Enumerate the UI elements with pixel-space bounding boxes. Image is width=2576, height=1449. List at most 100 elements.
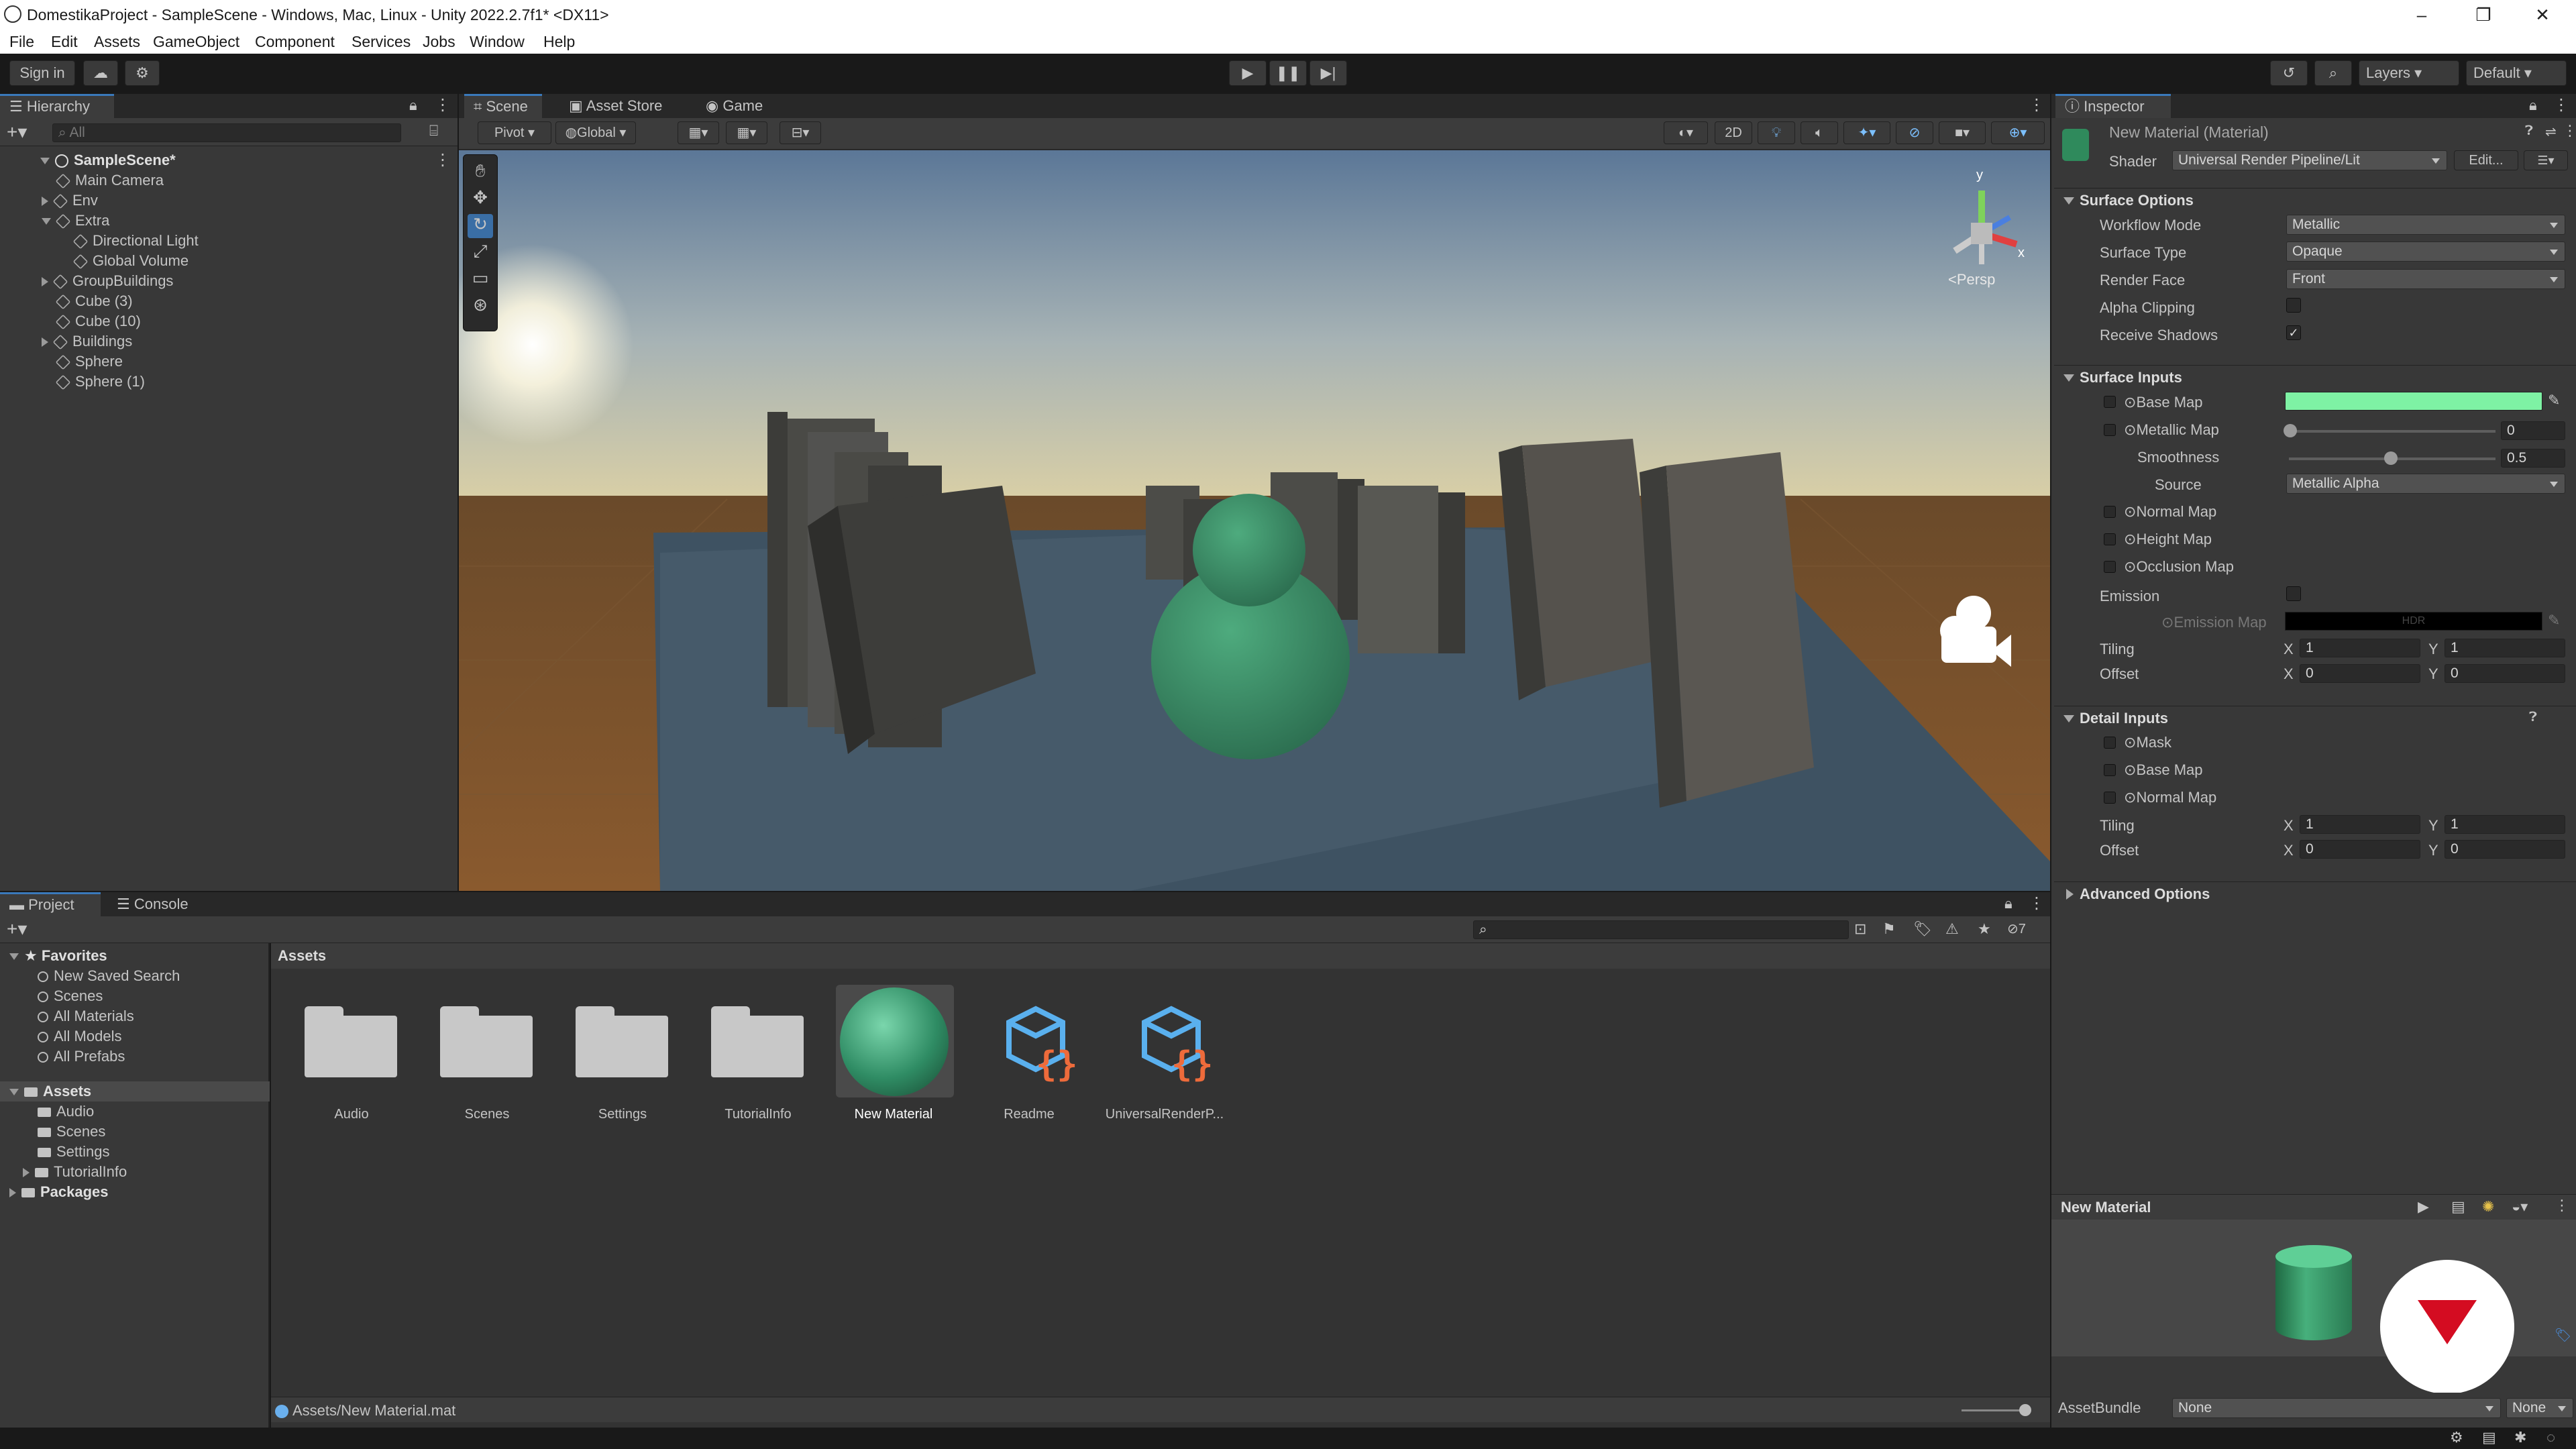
- receive-shadows-checkbox[interactable]: ✓: [2286, 325, 2301, 340]
- hierarchy-item[interactable]: Sphere (1): [55, 372, 145, 392]
- global-dropdown[interactable]: ◍Global ▾: [555, 121, 636, 144]
- hierarchy-item[interactable]: Sphere: [55, 352, 123, 372]
- asset-item-label[interactable]: Settings: [555, 1107, 690, 1122]
- lighting-toggle[interactable]: 💡︎: [1758, 121, 1795, 144]
- filter-icon[interactable]: ⌸: [429, 122, 438, 140]
- folder-scenes-icon[interactable]: [440, 1006, 533, 1077]
- surface-type-dropdown[interactable]: Opaque: [2286, 241, 2565, 262]
- menu-help[interactable]: Help: [543, 33, 575, 51]
- hierarchy-item[interactable]: Main Camera: [55, 170, 164, 191]
- hierarchy-item[interactable]: Extra: [42, 211, 109, 231]
- maximize-button[interactable]: ❐: [2463, 3, 2504, 27]
- material-preview[interactable]: 🏷︎: [2051, 1220, 2576, 1394]
- asset-folder-item[interactable]: Scenes: [38, 1122, 105, 1142]
- base-color-swatch[interactable]: [2285, 392, 2542, 411]
- favorite-item[interactable]: All Models: [38, 1026, 121, 1046]
- scene-viewport[interactable]: y x <Persp ✋︎ ✥ ↻ ⤢ ▭ ⊛: [459, 150, 2050, 891]
- search-button[interactable]: ⌕: [2314, 60, 2352, 86]
- create-asset-button[interactable]: +▾: [7, 918, 27, 940]
- tab-scene[interactable]: ⌗ Scene: [464, 94, 542, 118]
- more-icon[interactable]: ⋮: [2029, 95, 2045, 115]
- asset-folder-item[interactable]: Audio: [38, 1102, 94, 1122]
- rotate-tool-icon[interactable]: ↻: [468, 214, 493, 238]
- lock-icon[interactable]: 🔒︎: [409, 97, 417, 114]
- collapse-arrow-icon[interactable]: [23, 1168, 30, 1178]
- assets-root[interactable]: Assets: [9, 1081, 91, 1102]
- tiling-x-field[interactable]: 1: [2300, 639, 2420, 657]
- workflow-mode-dropdown[interactable]: Metallic: [2286, 215, 2565, 235]
- folder-tutorialinfo-icon[interactable]: [711, 1006, 804, 1077]
- favorite-item[interactable]: All Prefabs: [38, 1046, 125, 1067]
- draw-mode-button[interactable]: ◐▾: [1664, 121, 1708, 144]
- filter-by-type-icon[interactable]: ⚑: [1882, 920, 1896, 938]
- hierarchy-item[interactable]: GroupBuildings: [42, 271, 173, 291]
- height-map-slot[interactable]: [2104, 533, 2116, 545]
- minimize-button[interactable]: –: [2402, 3, 2442, 27]
- increment-snap-button[interactable]: ⊟▾: [780, 121, 821, 144]
- shader-dropdown[interactable]: Universal Render Pipeline/Lit: [2172, 150, 2447, 170]
- advanced-options-header[interactable]: Advanced Options: [2054, 881, 2576, 906]
- more-icon[interactable]: ⋮: [2553, 95, 2569, 115]
- asset-item-label[interactable]: UniversalRenderP...: [1097, 1107, 1232, 1122]
- normal-map-slot[interactable]: [2104, 506, 2116, 518]
- menu-gameobject[interactable]: GameObject: [153, 33, 239, 51]
- hierarchy-search-input[interactable]: ⌕ All: [52, 123, 401, 142]
- tab-hierarchy[interactable]: ☰ Hierarchy: [0, 94, 114, 118]
- more-icon[interactable]: ⋮: [435, 95, 451, 115]
- hand-tool-icon[interactable]: ✋︎: [468, 160, 493, 184]
- pause-button[interactable]: ❚❚: [1269, 60, 1307, 86]
- audio-toggle[interactable]: 🔈︎: [1801, 121, 1838, 144]
- asset-item-label[interactable]: New Material: [826, 1107, 961, 1122]
- move-tool-icon[interactable]: ✥: [468, 187, 493, 211]
- 2d-toggle[interactable]: 2D: [1715, 121, 1752, 144]
- cloud-button[interactable]: ☁: [83, 60, 118, 86]
- assetbundle-dropdown[interactable]: None: [2172, 1398, 2501, 1418]
- detail-tiling-x-field[interactable]: 1: [2300, 815, 2420, 834]
- menu-edit[interactable]: Edit: [51, 33, 78, 51]
- shader-options-button[interactable]: ☰▾: [2524, 150, 2568, 170]
- source-dropdown[interactable]: Metallic Alpha: [2286, 474, 2565, 494]
- help-icon[interactable]: ❓︎: [2525, 123, 2533, 139]
- detail-offset-x-field[interactable]: 0: [2300, 840, 2420, 859]
- hierarchy-item[interactable]: Directional Light: [72, 231, 199, 251]
- hierarchy-item[interactable]: Env: [42, 191, 98, 211]
- effects-toggle[interactable]: ✦▾: [1843, 121, 1890, 144]
- camera-settings-button[interactable]: ■▾: [1939, 121, 1986, 144]
- asset-folder-item[interactable]: TutorialInfo: [23, 1162, 127, 1182]
- gizmos-button[interactable]: ⊕▾: [1991, 121, 2045, 144]
- packages-root[interactable]: Packages: [9, 1182, 109, 1202]
- project-search-input[interactable]: ⌕: [1473, 920, 1849, 939]
- assetbundle-variant-dropdown[interactable]: None: [2506, 1398, 2573, 1418]
- favorite-item[interactable]: Scenes: [38, 986, 103, 1006]
- pivot-dropdown[interactable]: Pivot ▾: [478, 121, 551, 144]
- offset-y-field[interactable]: 0: [2445, 664, 2565, 683]
- layers-dropdown[interactable]: Layers ▾: [2359, 60, 2459, 86]
- help-icon[interactable]: ❓︎: [2529, 710, 2537, 725]
- undo-history-button[interactable]: ↺: [2270, 60, 2308, 86]
- collapse-arrow-icon[interactable]: [42, 337, 48, 347]
- metallic-slider-thumb[interactable]: [2284, 424, 2297, 437]
- hidden-objects-toggle[interactable]: ⊘: [1896, 121, 1933, 144]
- hierarchy-item[interactable]: Cube (3): [55, 291, 133, 311]
- material-sphere-icon[interactable]: [840, 987, 949, 1096]
- metallic-map-slot[interactable]: [2104, 424, 2116, 436]
- tab-project[interactable]: ▬ Project: [0, 892, 101, 916]
- surface-options-header[interactable]: Surface Options: [2054, 188, 2576, 212]
- search-by-type-icon[interactable]: ⊡: [1854, 920, 1866, 938]
- preview-sphere-icon[interactable]: ◒▾: [2512, 1198, 2528, 1216]
- asset-item-label[interactable]: Scenes: [420, 1107, 554, 1122]
- base-map-slot[interactable]: [2104, 396, 2116, 408]
- favorite-item[interactable]: All Materials: [38, 1006, 134, 1026]
- favorites-header[interactable]: ★ Favorites: [9, 946, 107, 966]
- warning-icon[interactable]: ⚠︎: [1945, 920, 1959, 938]
- tab-asset-store[interactable]: ▣ Asset Store: [559, 94, 672, 118]
- hierarchy-item[interactable]: Cube (10): [55, 311, 141, 331]
- layout-dropdown[interactable]: Default ▾: [2466, 60, 2567, 86]
- detail-inputs-header[interactable]: Detail Inputs: [2054, 706, 2576, 730]
- icon-size-slider-thumb[interactable]: [2019, 1404, 2031, 1416]
- projection-label[interactable]: <Persp: [1948, 271, 1995, 288]
- asset-item-label[interactable]: TutorialInfo: [691, 1107, 825, 1122]
- render-face-dropdown[interactable]: Front: [2286, 269, 2565, 289]
- menu-window[interactable]: Window: [470, 33, 525, 51]
- transform-tool-icon[interactable]: ⊛: [468, 294, 493, 319]
